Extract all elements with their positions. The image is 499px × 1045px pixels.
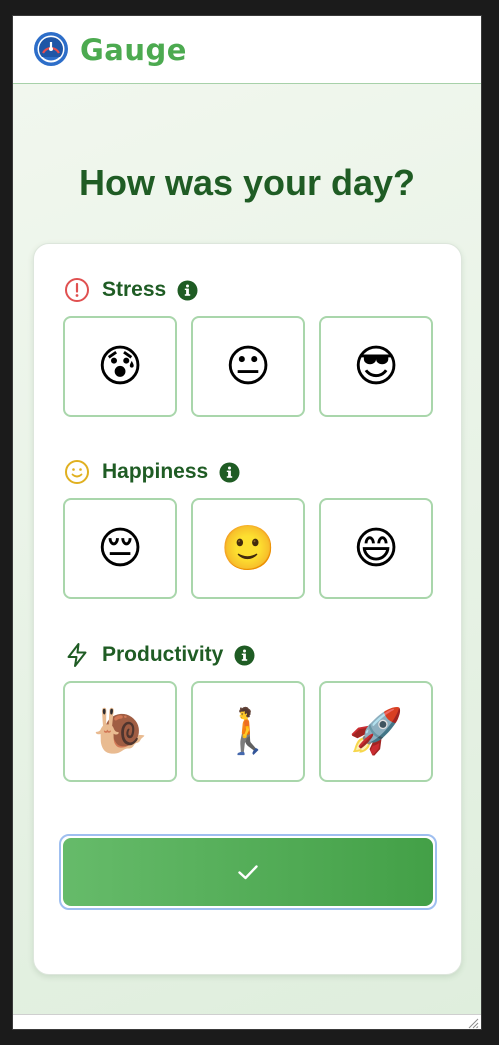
happiness-section-header: Happiness — [64, 457, 240, 487]
productivity-option-slow[interactable]: 🐌 — [63, 681, 177, 782]
resize-grip-icon[interactable] — [467, 1017, 479, 1029]
status-bar — [13, 1014, 481, 1029]
productivity-label: Productivity — [102, 643, 224, 666]
happiness-option-okay[interactable]: 🙂 — [191, 498, 305, 599]
app-logo-text: Gauge — [80, 33, 187, 67]
stress-option-relaxed[interactable]: 😎 — [319, 316, 433, 417]
stress-section-header: Stress — [64, 275, 198, 305]
productivity-option-fast[interactable]: 🚀 — [319, 681, 433, 782]
mood-form-card: Stress 😰 😐 😎 Happiness 😔 🙂 😄 Productivit… — [33, 243, 462, 975]
info-icon[interactable] — [234, 645, 255, 666]
page-title: How was your day? — [78, 162, 416, 203]
gauge-logo-icon — [34, 32, 68, 66]
happiness-label: Happiness — [102, 460, 209, 483]
productivity-options: 🐌 🚶 🚀 — [63, 681, 433, 782]
alert-circle-icon — [65, 278, 89, 302]
info-icon[interactable] — [177, 280, 198, 301]
submit-focus-ring — [59, 834, 437, 910]
stress-options: 😰 😐 😎 — [63, 316, 433, 417]
stress-option-anxious[interactable]: 😰 — [63, 316, 177, 417]
happiness-option-happy[interactable]: 😄 — [319, 498, 433, 599]
stress-option-neutral[interactable]: 😐 — [191, 316, 305, 417]
submit-button[interactable] — [63, 838, 433, 906]
app-window: Gauge How was your day? Stress 😰 😐 😎 Hap… — [12, 15, 482, 1030]
happiness-options: 😔 🙂 😄 — [63, 498, 433, 599]
check-icon — [238, 865, 258, 880]
app-header: Gauge — [13, 16, 481, 84]
lightning-icon — [67, 643, 87, 667]
smile-icon — [65, 460, 89, 484]
happiness-option-sad[interactable]: 😔 — [63, 498, 177, 599]
productivity-section-header: Productivity — [64, 640, 255, 670]
productivity-option-steady[interactable]: 🚶 — [191, 681, 305, 782]
stress-label: Stress — [102, 278, 167, 301]
info-icon[interactable] — [219, 462, 240, 483]
main-content: How was your day? Stress 😰 😐 😎 Happiness… — [13, 84, 481, 1014]
